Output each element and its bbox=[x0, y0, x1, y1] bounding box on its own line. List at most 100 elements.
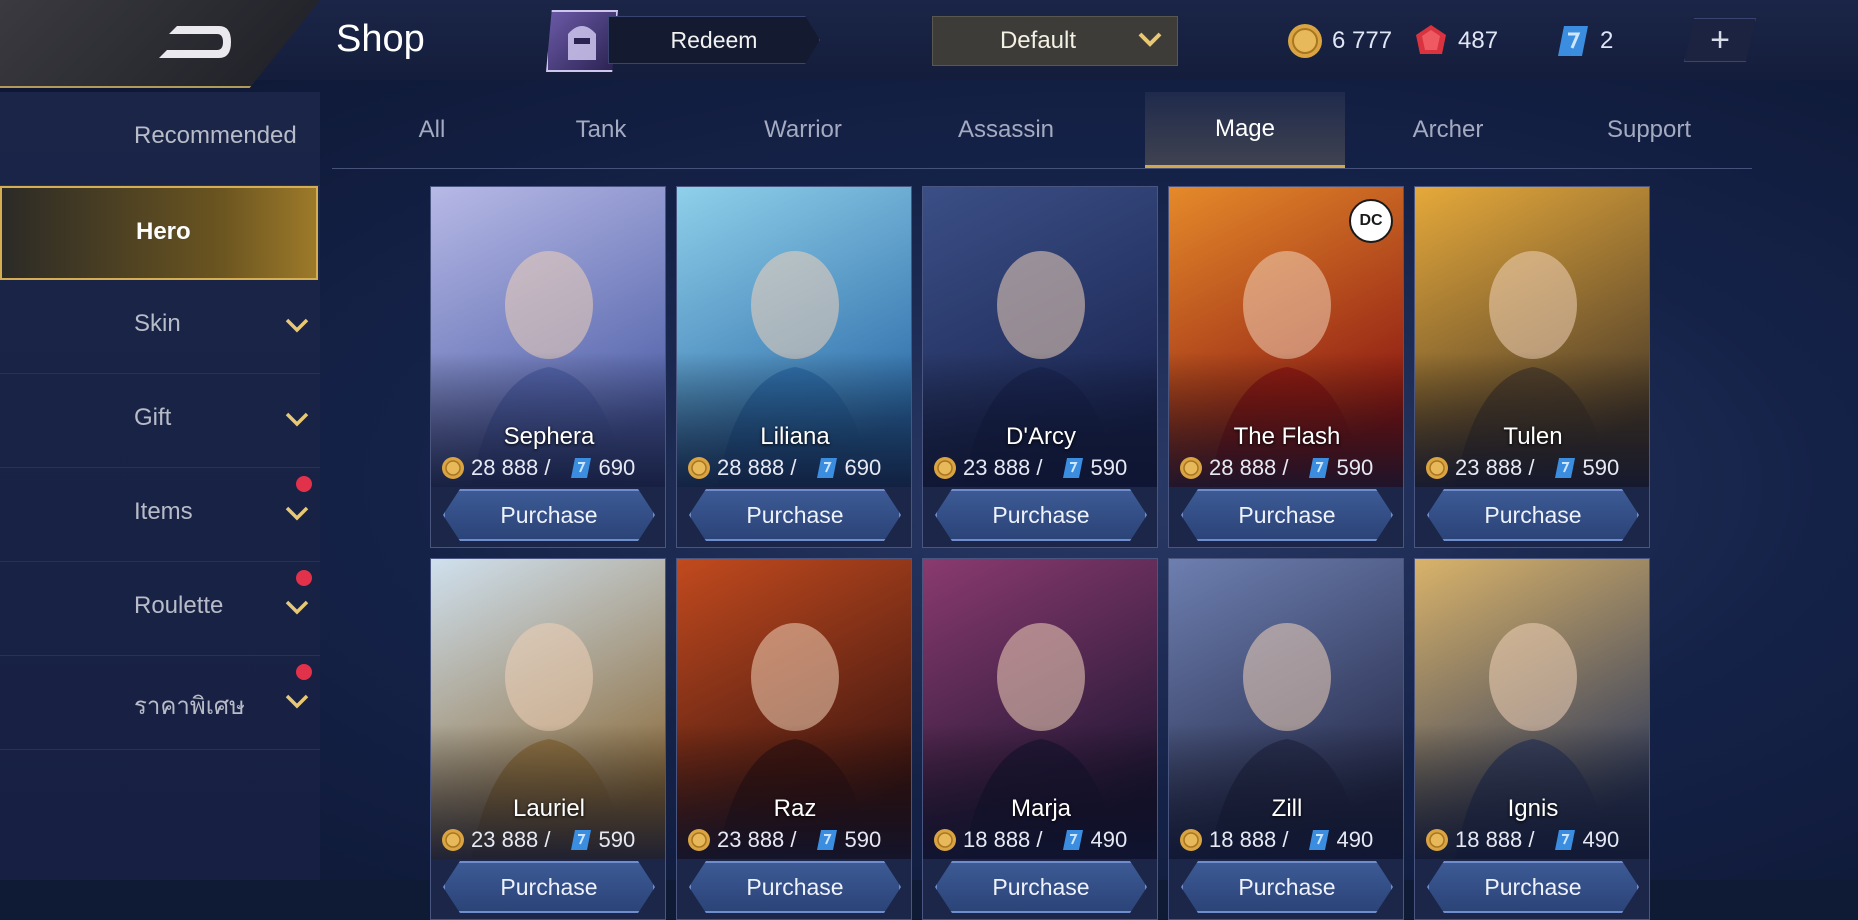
sidebar-item[interactable]: Recommended bbox=[0, 92, 320, 186]
sidebar-item[interactable]: Roulette bbox=[0, 562, 320, 656]
tab-warrior[interactable]: Warrior bbox=[703, 92, 903, 168]
hero-price-row: 23 888 / 590 bbox=[441, 825, 635, 855]
notification-dot bbox=[296, 664, 312, 680]
battle-points-coin-icon bbox=[934, 457, 956, 479]
hero-price-bp: 18 888 / bbox=[1455, 827, 1535, 852]
sidebar-item[interactable]: Items bbox=[0, 468, 320, 562]
hero-name: Lauriel bbox=[512, 795, 586, 822]
battle-points-coin-icon bbox=[1180, 829, 1202, 851]
purchase-button[interactable]: Purchase bbox=[935, 489, 1147, 541]
purchase-button[interactable]: Purchase bbox=[1181, 489, 1393, 541]
hero-card[interactable]: Lauriel 23 888 / 590 Purchase bbox=[430, 558, 666, 920]
redeem-helmet-icon bbox=[546, 10, 618, 72]
battle-points-counter: 6 777 bbox=[1286, 20, 1392, 62]
hero-price-bp: 18 888 / bbox=[1209, 827, 1289, 852]
hero-price-row: 28 888 / 590 bbox=[1179, 453, 1373, 483]
tab-tank[interactable]: Tank bbox=[501, 92, 701, 168]
battle-points-coin-icon bbox=[1180, 457, 1202, 479]
vouchers-value: 2 bbox=[1600, 27, 1614, 54]
purchase-button[interactable]: Purchase bbox=[1181, 861, 1393, 913]
hero-card[interactable]: Tulen 23 888 / 590 Purchase bbox=[1414, 186, 1650, 548]
voucher-ticket-icon bbox=[1554, 830, 1575, 850]
sidebar-item-label: Gift bbox=[134, 404, 172, 431]
sidebar-item-label: Items bbox=[134, 498, 193, 525]
add-currency-button[interactable]: + bbox=[1684, 18, 1756, 62]
diamonds-counter: 487 bbox=[1412, 20, 1498, 62]
chevron-down-icon bbox=[285, 600, 309, 615]
notification-dot bbox=[296, 570, 312, 586]
purchase-button[interactable]: Purchase bbox=[443, 489, 655, 541]
hero-price-row: 18 888 / 490 bbox=[933, 825, 1127, 855]
hero-card[interactable]: DC The Flash 28 888 / 590 Purchase bbox=[1168, 186, 1404, 548]
hero-price-ticket: 590 bbox=[598, 827, 636, 852]
hero-card[interactable]: Marja 18 888 / 490 Purchase bbox=[922, 558, 1158, 920]
hero-name: Zill bbox=[1271, 795, 1303, 822]
battle-points-coin-icon bbox=[1426, 829, 1448, 851]
hero-price-ticket: 590 bbox=[844, 827, 882, 852]
hero-price-row: 18 888 / 490 bbox=[1425, 825, 1619, 855]
back-arrow-icon bbox=[159, 26, 231, 58]
tab-mage[interactable]: Mage bbox=[1145, 92, 1345, 168]
hero-card[interactable]: Ignis 18 888 / 490 Purchase bbox=[1414, 558, 1650, 920]
hero-card[interactable]: Sephera 28 888 / 690 Purchase bbox=[430, 186, 666, 548]
sidebar-item-label: Skin bbox=[134, 310, 181, 337]
hero-card[interactable]: Liliana 28 888 / 690 Purchase bbox=[676, 186, 912, 548]
purchase-button[interactable]: Purchase bbox=[689, 861, 901, 913]
sidebar-item[interactable]: Skin bbox=[0, 280, 320, 374]
purchase-button[interactable]: Purchase bbox=[1427, 489, 1639, 541]
redeem-button[interactable]: Redeem bbox=[608, 16, 820, 64]
hero-price-bp: 23 888 / bbox=[471, 827, 551, 852]
redeem-group[interactable]: Redeem bbox=[546, 10, 820, 72]
hero-card[interactable]: Zill 18 888 / 490 Purchase bbox=[1168, 558, 1404, 920]
voucher-ticket-icon bbox=[816, 830, 837, 850]
sort-dropdown[interactable]: Default bbox=[932, 16, 1178, 66]
hero-name: D'Arcy bbox=[1006, 423, 1076, 450]
hero-price-ticket: 490 bbox=[1090, 827, 1128, 852]
tab-support[interactable]: Support bbox=[1549, 92, 1749, 168]
chevron-down-icon bbox=[285, 412, 309, 427]
page-title: Shop bbox=[336, 18, 425, 60]
hero-price-row: 23 888 / 590 bbox=[933, 453, 1127, 483]
purchase-button[interactable]: Purchase bbox=[443, 861, 655, 913]
hero-price-bp: 28 888 / bbox=[1209, 455, 1289, 480]
voucher-ticket-icon bbox=[1062, 458, 1083, 478]
chevron-down-icon bbox=[1138, 32, 1162, 47]
tab-assassin[interactable]: Assassin bbox=[906, 92, 1106, 168]
sort-dropdown-value: Default bbox=[999, 27, 1077, 54]
chevron-down-icon bbox=[285, 506, 309, 521]
hero-price-bp: 23 888 / bbox=[963, 455, 1043, 480]
sidebar-item-label: Hero bbox=[136, 218, 191, 245]
hero-price-ticket: 590 bbox=[1336, 455, 1374, 480]
hero-price-row: 23 888 / 590 bbox=[687, 825, 881, 855]
hero-price-ticket: 590 bbox=[1090, 455, 1128, 480]
sidebar-item-label: Roulette bbox=[134, 592, 224, 619]
notification-dot bbox=[296, 476, 312, 492]
diamond-gem-icon bbox=[1416, 25, 1446, 54]
sidebar-item[interactable]: Hero bbox=[0, 186, 318, 280]
hero-card[interactable]: Raz 23 888 / 590 Purchase bbox=[676, 558, 912, 920]
purchase-button[interactable]: Purchase bbox=[1427, 861, 1639, 913]
hero-price-row: 28 888 / 690 bbox=[441, 453, 635, 483]
category-tabs: All Tank Warrior Assassin Mage Archer Support bbox=[332, 92, 1752, 169]
chevron-down-icon bbox=[285, 318, 309, 333]
hero-price-ticket: 490 bbox=[1336, 827, 1374, 852]
hero-price-bp: 28 888 / bbox=[471, 455, 551, 480]
voucher-ticket-icon bbox=[816, 458, 837, 478]
tab-archer[interactable]: Archer bbox=[1348, 92, 1548, 168]
hero-name: Tulen bbox=[1503, 423, 1563, 450]
hero-price-ticket: 690 bbox=[844, 455, 882, 480]
hero-price-row: 23 888 / 590 bbox=[1425, 453, 1619, 483]
sidebar-item[interactable]: ราคาพิเศษ bbox=[0, 656, 320, 750]
hero-card[interactable]: D'Arcy 23 888 / 590 Purchase bbox=[922, 186, 1158, 548]
battle-points-coin-icon bbox=[934, 829, 956, 851]
sidebar-item[interactable]: Gift bbox=[0, 374, 320, 468]
battle-points-coin-icon bbox=[1288, 24, 1322, 58]
voucher-ticket-icon bbox=[570, 830, 591, 850]
voucher-ticket-icon bbox=[1308, 830, 1329, 850]
purchase-button[interactable]: Purchase bbox=[689, 489, 901, 541]
purchase-button[interactable]: Purchase bbox=[935, 861, 1147, 913]
hero-name: Raz bbox=[773, 795, 817, 822]
vouchers-counter: 2 bbox=[1554, 20, 1613, 62]
sidebar-item-label: ราคาพิเศษ bbox=[134, 693, 245, 720]
hero-price-ticket: 690 bbox=[598, 455, 636, 480]
